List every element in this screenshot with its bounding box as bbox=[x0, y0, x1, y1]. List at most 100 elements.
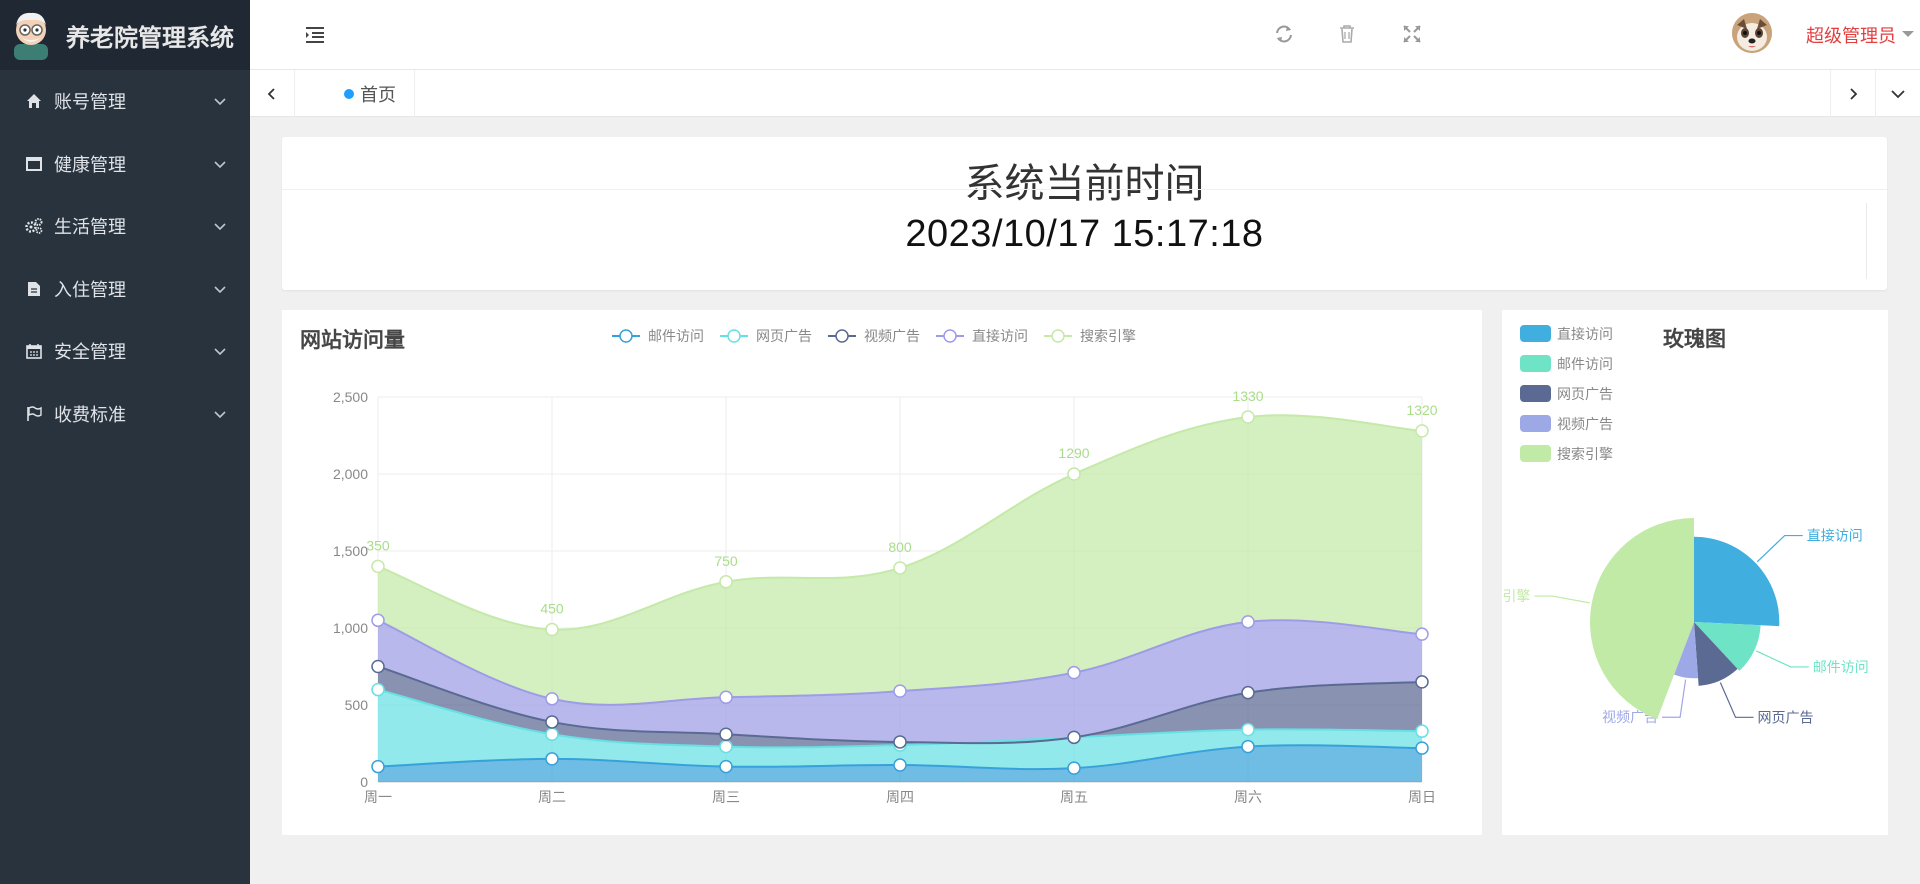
tab-home[interactable]: 首页 bbox=[331, 70, 415, 117]
data-point bbox=[371, 559, 385, 574]
refresh-icon[interactable] bbox=[1272, 22, 1296, 46]
divider bbox=[282, 189, 1887, 190]
legend-item: 视频广告 bbox=[1520, 415, 1613, 432]
data-point bbox=[893, 758, 907, 772]
data-point bbox=[719, 739, 733, 754]
sidebar-item-health[interactable]: 健康管理 bbox=[0, 133, 250, 196]
slice-label: 网页广告 bbox=[1758, 709, 1814, 725]
tab-scroll-left-button[interactable] bbox=[250, 70, 295, 117]
tab-options-button[interactable] bbox=[1875, 70, 1920, 117]
legend-item: 网页广告 bbox=[1520, 385, 1613, 402]
data-point bbox=[545, 715, 559, 729]
chevron-down-icon bbox=[214, 411, 226, 418]
slice-label: 邮件访问 bbox=[1813, 659, 1869, 675]
sidebar-item-account[interactable]: 账号管理 bbox=[0, 70, 250, 133]
data-label: 750 bbox=[714, 553, 738, 569]
data-point bbox=[1067, 761, 1081, 775]
sidebar: 养老院管理系统 账号管理 健康管理 生活管理 入住管理 安全管理 收费标准 bbox=[0, 0, 250, 884]
legend-marker bbox=[943, 329, 957, 343]
chevron-down-icon bbox=[214, 98, 226, 106]
data-point bbox=[1241, 615, 1255, 629]
data-point bbox=[1415, 627, 1429, 641]
window-icon bbox=[24, 154, 44, 174]
tab-bar: 首页 bbox=[250, 70, 1920, 117]
chevron-left-icon bbox=[267, 87, 275, 100]
sidebar-item-label: 健康管理 bbox=[54, 154, 126, 175]
data-point bbox=[371, 682, 385, 697]
data-point bbox=[719, 690, 733, 705]
chevron-down-icon bbox=[214, 348, 226, 356]
sidebar-item-fees[interactable]: 收费标准 bbox=[0, 383, 250, 446]
caret-down-icon[interactable] bbox=[1902, 31, 1914, 37]
rose-pie-chart: 玫瑰图直接访问邮件访问网页广告视频广告搜索引擎直接访问邮件访问网页广告视频广告搜… bbox=[1502, 325, 1869, 725]
y-tick-label: 2,500 bbox=[333, 389, 368, 405]
visits-area-chart: 网站访问量 0 500 1,000 1,500 2,000 2,500 周一 周二 周三 周四 周五 周… bbox=[300, 328, 1438, 805]
sidebar-item-label: 收费标准 bbox=[54, 404, 126, 425]
data-point bbox=[719, 575, 733, 589]
legend-item: 直接访问 bbox=[1520, 325, 1613, 342]
active-dot-icon bbox=[344, 88, 354, 99]
legend-swatch bbox=[1520, 445, 1551, 462]
data-point bbox=[545, 752, 559, 766]
data-point bbox=[545, 727, 559, 742]
flag-icon bbox=[24, 404, 44, 424]
x-tick-label: 周二 bbox=[538, 789, 566, 805]
slice-label: 直接访问 bbox=[1807, 528, 1863, 544]
legend-label: 直接访问 bbox=[1557, 326, 1613, 342]
trash-icon[interactable] bbox=[1335, 22, 1359, 46]
x-tick-label: 周一 bbox=[364, 789, 392, 805]
sidebar-item-security[interactable]: 安全管理 bbox=[0, 320, 250, 383]
legend-swatch bbox=[1520, 415, 1551, 432]
x-tick-label: 周五 bbox=[1060, 789, 1088, 805]
chevron-right-icon bbox=[1850, 87, 1858, 100]
legend-item: 视频广告 bbox=[828, 328, 920, 344]
gears-icon bbox=[24, 216, 44, 236]
avatar[interactable] bbox=[1732, 13, 1772, 53]
leader-line bbox=[1534, 595, 1590, 604]
legend-label: 视频广告 bbox=[1557, 416, 1613, 432]
legend-item: 邮件访问 bbox=[1520, 355, 1613, 372]
sidebar-item-label: 入住管理 bbox=[54, 279, 126, 300]
legend-swatch bbox=[1520, 325, 1551, 342]
calendar-icon bbox=[24, 341, 44, 361]
fullscreen-icon[interactable] bbox=[1400, 22, 1424, 46]
data-point bbox=[893, 735, 907, 749]
data-point bbox=[1241, 410, 1255, 424]
current-time: 2023/10/17 15:17:18 bbox=[905, 213, 1264, 255]
time-card-title: 系统当前时间 bbox=[964, 162, 1205, 206]
legend-swatch bbox=[1520, 385, 1551, 402]
data-point bbox=[371, 659, 385, 674]
sidebar-item-life[interactable]: 生活管理 bbox=[0, 195, 250, 258]
y-tick-label: 1,500 bbox=[333, 543, 368, 559]
legend-item: 网页广告 bbox=[720, 328, 812, 344]
data-label: 1330 bbox=[1232, 388, 1263, 404]
brand[interactable]: 养老院管理系统 bbox=[0, 0, 250, 70]
chevron-down-icon bbox=[214, 286, 226, 293]
document-icon bbox=[24, 279, 44, 299]
tab-scroll-right-button[interactable] bbox=[1830, 70, 1875, 117]
data-point bbox=[1415, 675, 1429, 689]
data-point bbox=[1067, 665, 1081, 680]
legend-label: 搜索引擎 bbox=[1080, 328, 1136, 344]
data-label: 1290 bbox=[1058, 445, 1089, 461]
legend-label: 网页广告 bbox=[756, 328, 812, 344]
pie-slice bbox=[1694, 536, 1780, 627]
legend-label: 直接访问 bbox=[972, 328, 1028, 344]
slice-label: 搜索引擎 bbox=[1502, 588, 1530, 604]
time-card: 系统当前时间 2023/10/17 15:17:18 bbox=[282, 137, 1887, 290]
menu-toggle-icon[interactable] bbox=[304, 25, 326, 45]
chart-title: 玫瑰图 bbox=[1663, 327, 1726, 351]
leader-line bbox=[1756, 650, 1809, 668]
y-tick-label: 0 bbox=[360, 774, 368, 790]
data-label: 800 bbox=[888, 539, 912, 555]
visits-chart-card: 网站访问量 0 500 1,000 1,500 2,000 2,500 周一 周二 周三 周四 周五 周… bbox=[282, 310, 1482, 835]
legend-swatch bbox=[1520, 355, 1551, 372]
user-name[interactable]: 超级管理员 bbox=[1806, 22, 1896, 48]
x-tick-label: 周三 bbox=[712, 789, 740, 805]
legend-marker bbox=[619, 329, 633, 343]
legend-marker bbox=[1051, 329, 1065, 343]
data-point bbox=[719, 727, 733, 742]
data-point bbox=[1415, 724, 1429, 738]
sidebar-item-checkin[interactable]: 入住管理 bbox=[0, 258, 250, 321]
divider bbox=[1866, 203, 1867, 279]
